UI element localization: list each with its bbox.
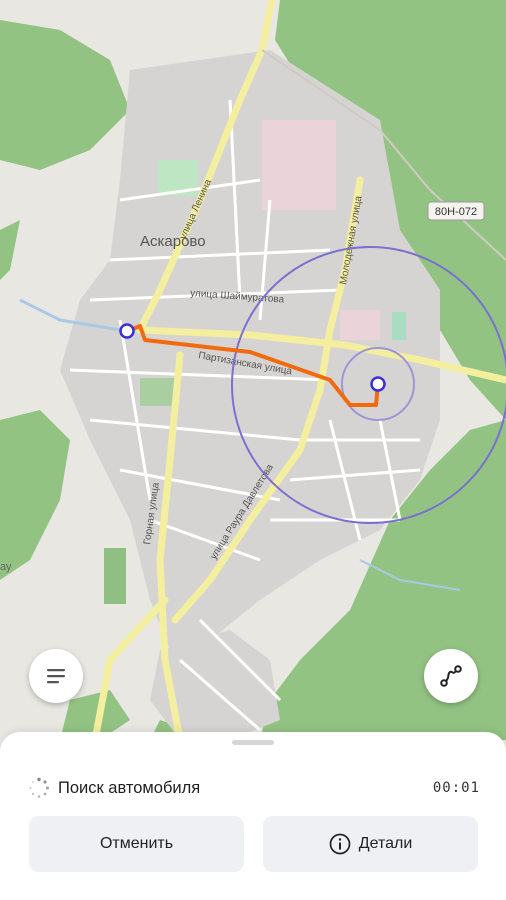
green-strip	[104, 548, 126, 604]
cancel-button-label: Отменить	[99, 835, 174, 852]
sport-zone	[392, 312, 406, 340]
route-button[interactable]	[424, 649, 478, 703]
green-zone	[140, 378, 174, 406]
start-marker[interactable]	[119, 323, 135, 339]
school-zone	[340, 310, 380, 340]
details-button[interactable]: Детали	[263, 816, 478, 872]
info-icon	[329, 833, 351, 855]
route-icon	[440, 665, 462, 687]
road-badge: 80Н-072	[435, 206, 477, 218]
status-text: Поиск автомобиля	[58, 778, 201, 797]
bottom-sheet: Поиск автомобиля 00:01 Отменить Детали	[0, 732, 506, 900]
edge-label: ау	[0, 561, 12, 573]
place-label: Аскарово	[140, 233, 206, 250]
menu-button[interactable]	[29, 649, 83, 703]
details-button-label: Детали	[358, 835, 413, 852]
cancel-button[interactable]: Отменить	[29, 816, 244, 872]
sheet-handle[interactable]	[232, 740, 274, 745]
destination-marker[interactable]	[370, 376, 386, 392]
industrial-zone	[262, 120, 336, 210]
search-status: Поиск автомобиля 00:01	[28, 774, 480, 802]
spinner-icon	[29, 777, 49, 798]
list-icon	[47, 669, 65, 684]
search-timer: 00:01	[432, 780, 480, 796]
